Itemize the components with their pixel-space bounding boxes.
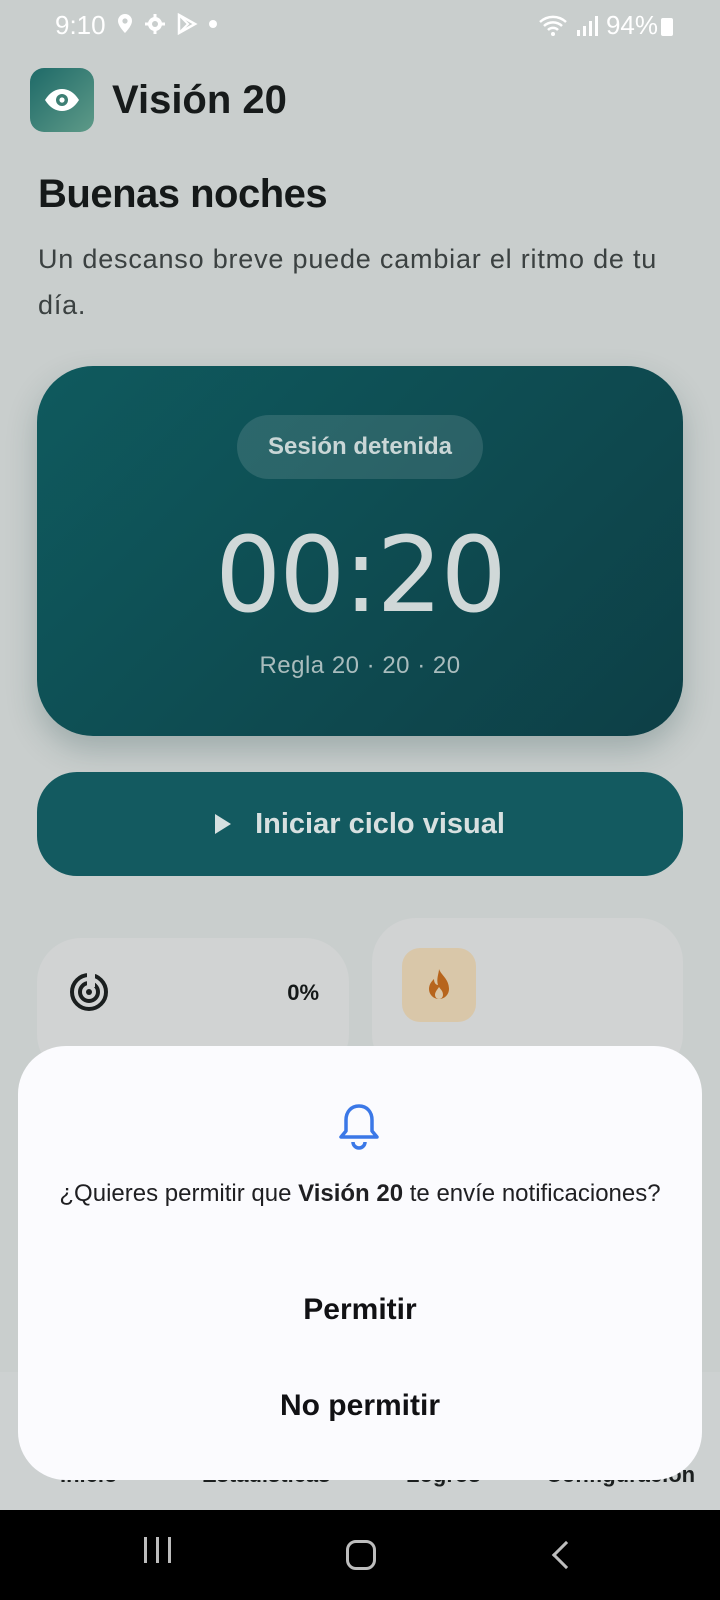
signal-icon [576,15,598,36]
start-cycle-label: Iniciar ciclo visual [255,807,505,840]
eye-icon [45,89,79,111]
dialog-app-name: Visión 20 [298,1180,404,1207]
dot-icon [209,20,217,28]
status-left-icons [116,13,218,35]
greeting-subtitle: Un descanso breve puede cambiar el ritmo… [38,244,658,320]
dialog-question-prefix: ¿Quieres permitir que [59,1180,299,1207]
bell-icon [339,1104,379,1150]
status-bar: 9:10 94% [0,0,720,52]
target-icon [70,973,108,1011]
start-cycle-button[interactable]: Iniciar ciclo visual [37,772,683,876]
deny-button[interactable]: No permitir [198,1370,522,1442]
allow-button[interactable]: Permitir [198,1274,522,1346]
streak-icon-box [402,948,476,1022]
play-store-icon [177,13,198,35]
app-title: Visión 20 [112,77,287,122]
recents-icon[interactable] [144,1537,171,1563]
home-icon[interactable] [346,1540,376,1570]
notification-permission-dialog: ¿Quieres permitir que Visión 20 te envíe… [18,1046,702,1480]
location-icon [118,14,132,33]
session-status-badge: Sesión detenida [237,415,483,479]
timer-rule-label: Regla 20 · 20 · 20 [259,652,461,679]
progress-percent: 0% [287,980,319,1005]
app-header: Visión 20 [30,68,287,132]
battery-icon [661,18,673,36]
status-right: 94% [538,10,658,41]
battery-percent: 94% [605,10,658,40]
timer-display: 00:20 [215,514,507,636]
play-icon [215,814,232,834]
app-logo [30,68,94,132]
greeting-heading: Buenas noches [38,172,328,216]
status-time: 9:10 [55,10,106,40]
timer-card: Sesión detenida 00:20 Regla 20 · 20 · 20 [37,366,683,736]
flame-icon [429,969,449,999]
dialog-question-suffix: te envíe notificaciones? [403,1180,661,1207]
wifi-icon [539,15,567,36]
dialog-question: ¿Quieres permitir que Visión 20 te envíe… [58,1176,662,1211]
settings-gear-icon [145,14,165,34]
